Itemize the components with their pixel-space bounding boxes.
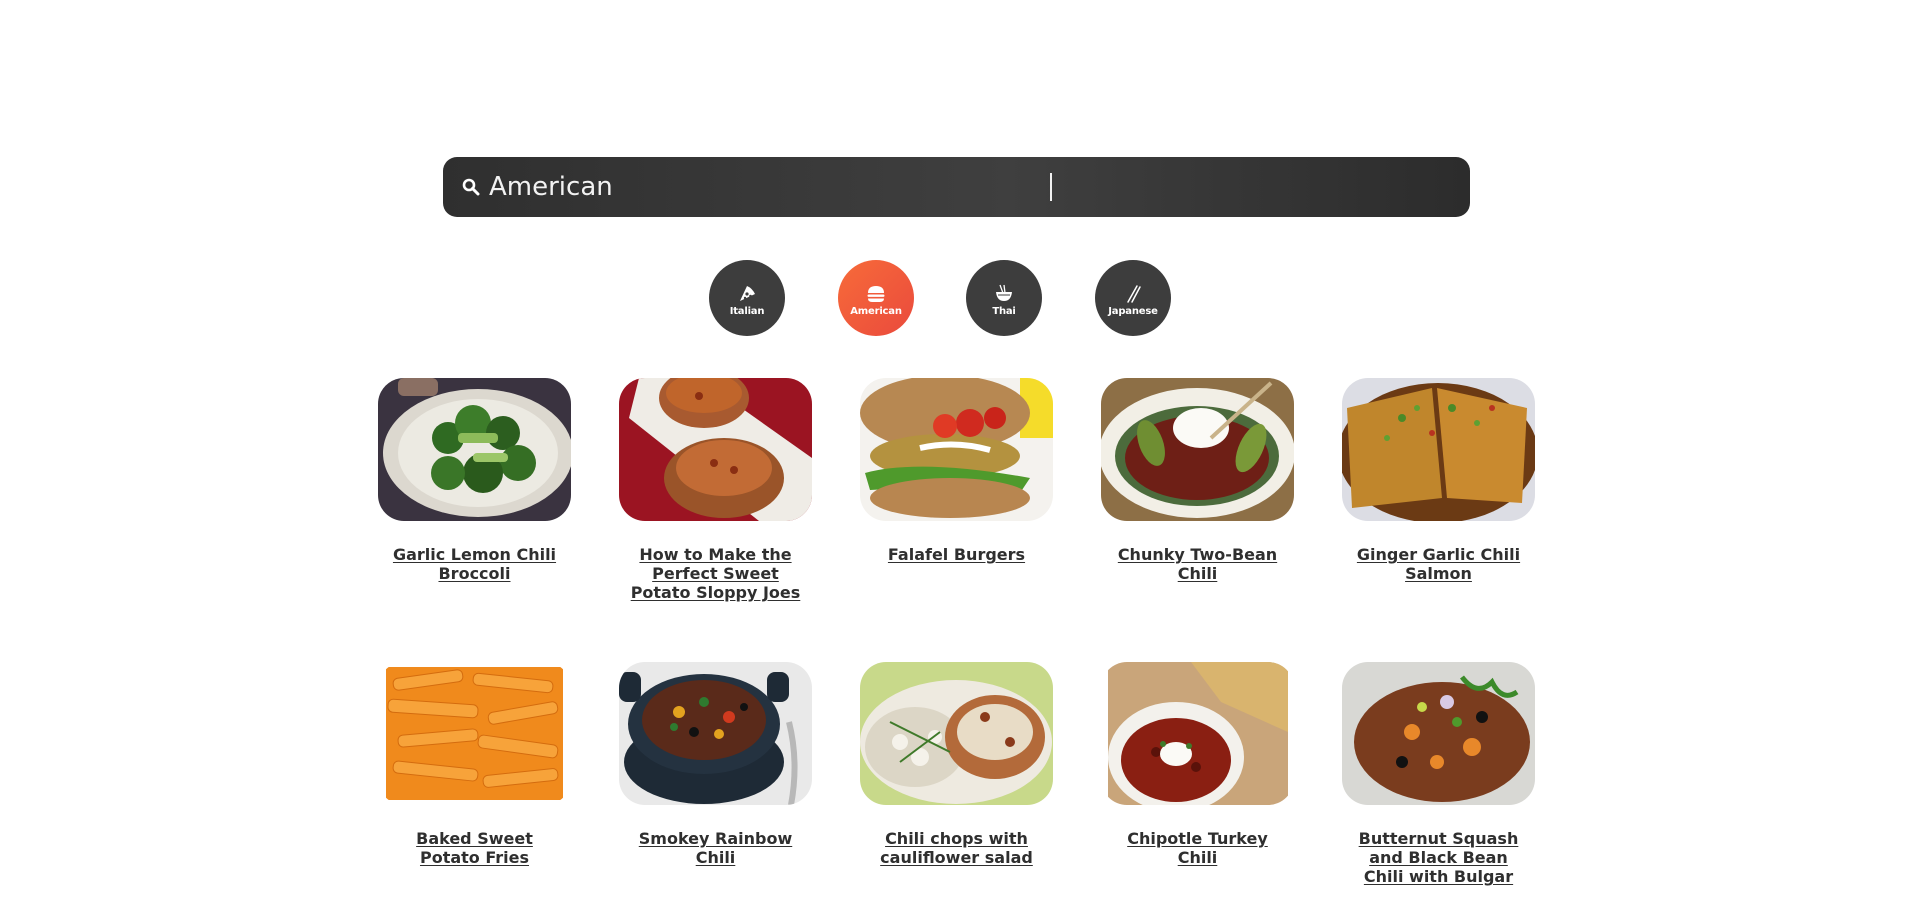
recipe-card[interactable]: Ginger Garlic Chili Salmon — [1342, 378, 1535, 583]
category-filters: Italian American Thai Japanese — [0, 260, 1910, 336]
recipe-card[interactable]: Garlic Lemon Chili Broccoli — [378, 378, 571, 583]
recipe-title[interactable]: How to Make the Perfect Sweet Potato Slo… — [628, 545, 803, 602]
chili-chops-photo[interactable] — [860, 662, 1053, 805]
recipe-title[interactable]: Chipotle Turkey Chili — [1110, 829, 1285, 867]
recipe-card[interactable]: Chunky Two-Bean Chili — [1101, 378, 1294, 583]
recipe-card[interactable]: Chili chops with cauliflower salad — [860, 662, 1053, 867]
category-thai-button[interactable]: Thai — [966, 260, 1042, 336]
recipe-card[interactable]: Falafel Burgers — [860, 378, 1053, 564]
category-american-button[interactable]: American — [838, 260, 914, 336]
recipe-card[interactable]: How to Make the Perfect Sweet Potato Slo… — [619, 378, 812, 602]
noodle-bowl-icon — [993, 283, 1015, 305]
recipe-card[interactable]: Butternut Squash and Black Bean Chili wi… — [1342, 662, 1535, 886]
recipe-title[interactable]: Falafel Burgers — [869, 545, 1044, 564]
category-label: Thai — [992, 306, 1016, 317]
recipe-title[interactable]: Baked Sweet Potato Fries — [387, 829, 562, 867]
category-label: American — [850, 306, 902, 317]
search-input[interactable] — [489, 157, 1470, 217]
falafel-burger-photo[interactable] — [860, 378, 1053, 521]
recipe-card[interactable]: Baked Sweet Potato Fries — [378, 662, 571, 867]
recipe-title[interactable]: Chunky Two-Bean Chili — [1110, 545, 1285, 583]
butternut-chili-photo[interactable] — [1342, 662, 1535, 805]
rainbow-chili-photo[interactable] — [619, 662, 812, 805]
turkey-chili-photo[interactable] — [1101, 662, 1294, 805]
chopsticks-icon — [1122, 283, 1144, 305]
sweet-potato-sloppy-joes-photo[interactable] — [619, 378, 812, 521]
category-label: Japanese — [1108, 306, 1158, 317]
two-bean-chili-photo[interactable] — [1101, 378, 1294, 521]
recipe-title[interactable]: Chili chops with cauliflower salad — [869, 829, 1044, 867]
search-icon — [461, 177, 481, 197]
recipe-card[interactable]: Chipotle Turkey Chili — [1101, 662, 1294, 867]
burger-icon — [865, 283, 887, 305]
pizza-icon — [736, 283, 758, 305]
recipe-title[interactable]: Butternut Squash and Black Bean Chili wi… — [1351, 829, 1526, 886]
chili-salmon-photo[interactable] — [1342, 378, 1535, 521]
category-italian-button[interactable]: Italian — [709, 260, 785, 336]
search-bar[interactable] — [443, 157, 1470, 217]
category-label: Italian — [729, 306, 765, 317]
recipe-title[interactable]: Ginger Garlic Chili Salmon — [1351, 545, 1526, 583]
recipe-card[interactable]: Smokey Rainbow Chili — [619, 662, 812, 867]
broccoli-photo[interactable] — [378, 378, 571, 521]
recipe-title[interactable]: Smokey Rainbow Chili — [628, 829, 803, 867]
recipe-title[interactable]: Garlic Lemon Chili Broccoli — [387, 545, 562, 583]
text-caret — [1050, 173, 1052, 201]
category-japanese-button[interactable]: Japanese — [1095, 260, 1171, 336]
sweet-potato-fries-photo[interactable] — [378, 662, 571, 805]
